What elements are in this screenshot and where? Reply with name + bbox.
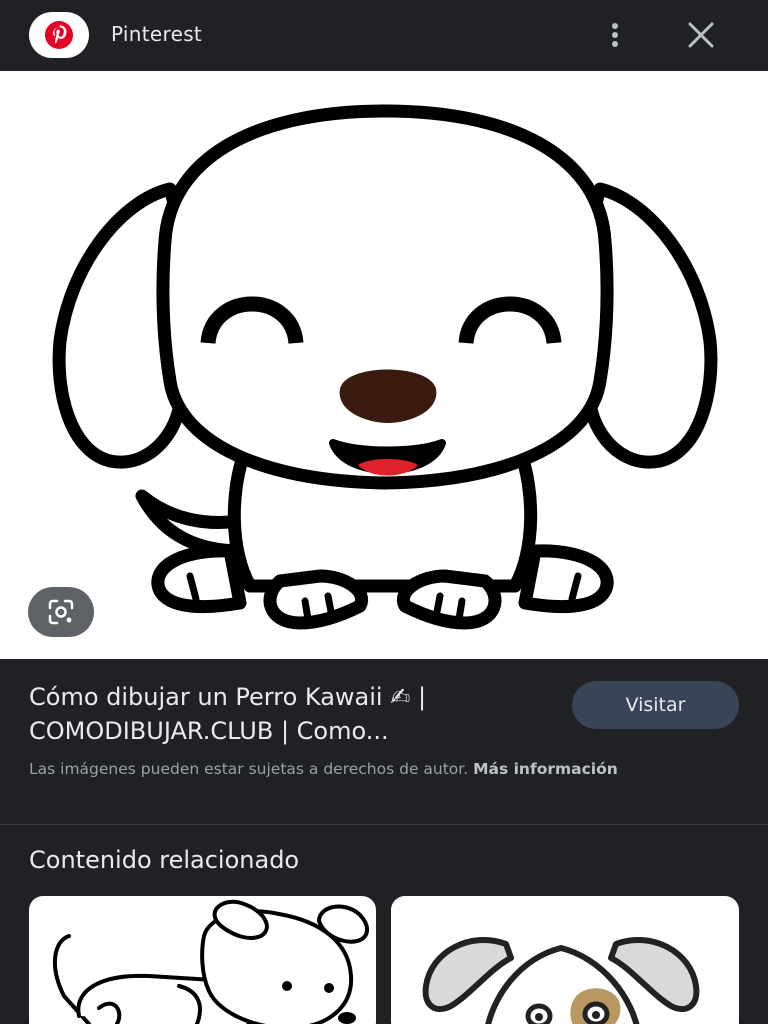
site-name: Pinterest — [111, 22, 203, 46]
google-lens-icon — [48, 599, 74, 625]
divider — [0, 824, 768, 825]
more-vert-icon[interactable] — [600, 18, 630, 52]
kawaii-puppy-drawing — [52, 104, 718, 630]
related-thumbnail — [52, 899, 369, 1024]
more-info-link[interactable]: Más información — [473, 760, 618, 778]
result-title-line1: Cómo dibujar un Perro Kawaii ✍ | — [29, 683, 427, 711]
pinterest-logo-button[interactable] — [29, 12, 89, 58]
related-thumbnail — [422, 937, 700, 1024]
result-title[interactable]: Cómo dibujar un Perro Kawaii ✍ | COMODIB… — [29, 680, 549, 748]
google-lens-button[interactable] — [28, 587, 94, 637]
main-image[interactable] — [0, 71, 768, 659]
related-content-title: Contenido relacionado — [29, 846, 300, 874]
copyright-text: Las imágenes pueden estar sujetas a dere… — [29, 760, 469, 778]
related-card[interactable] — [391, 896, 739, 1024]
copyright-notice: Las imágenes pueden estar sujetas a dere… — [29, 758, 669, 780]
result-title-line2: COMODIBUJAR.CLUB | Como... — [29, 717, 389, 745]
top-bar: Pinterest — [0, 0, 768, 71]
pinterest-logo-icon — [45, 21, 73, 49]
close-icon[interactable] — [684, 18, 718, 52]
related-card[interactable] — [29, 896, 376, 1024]
visit-button[interactable]: Visitar — [572, 681, 739, 729]
